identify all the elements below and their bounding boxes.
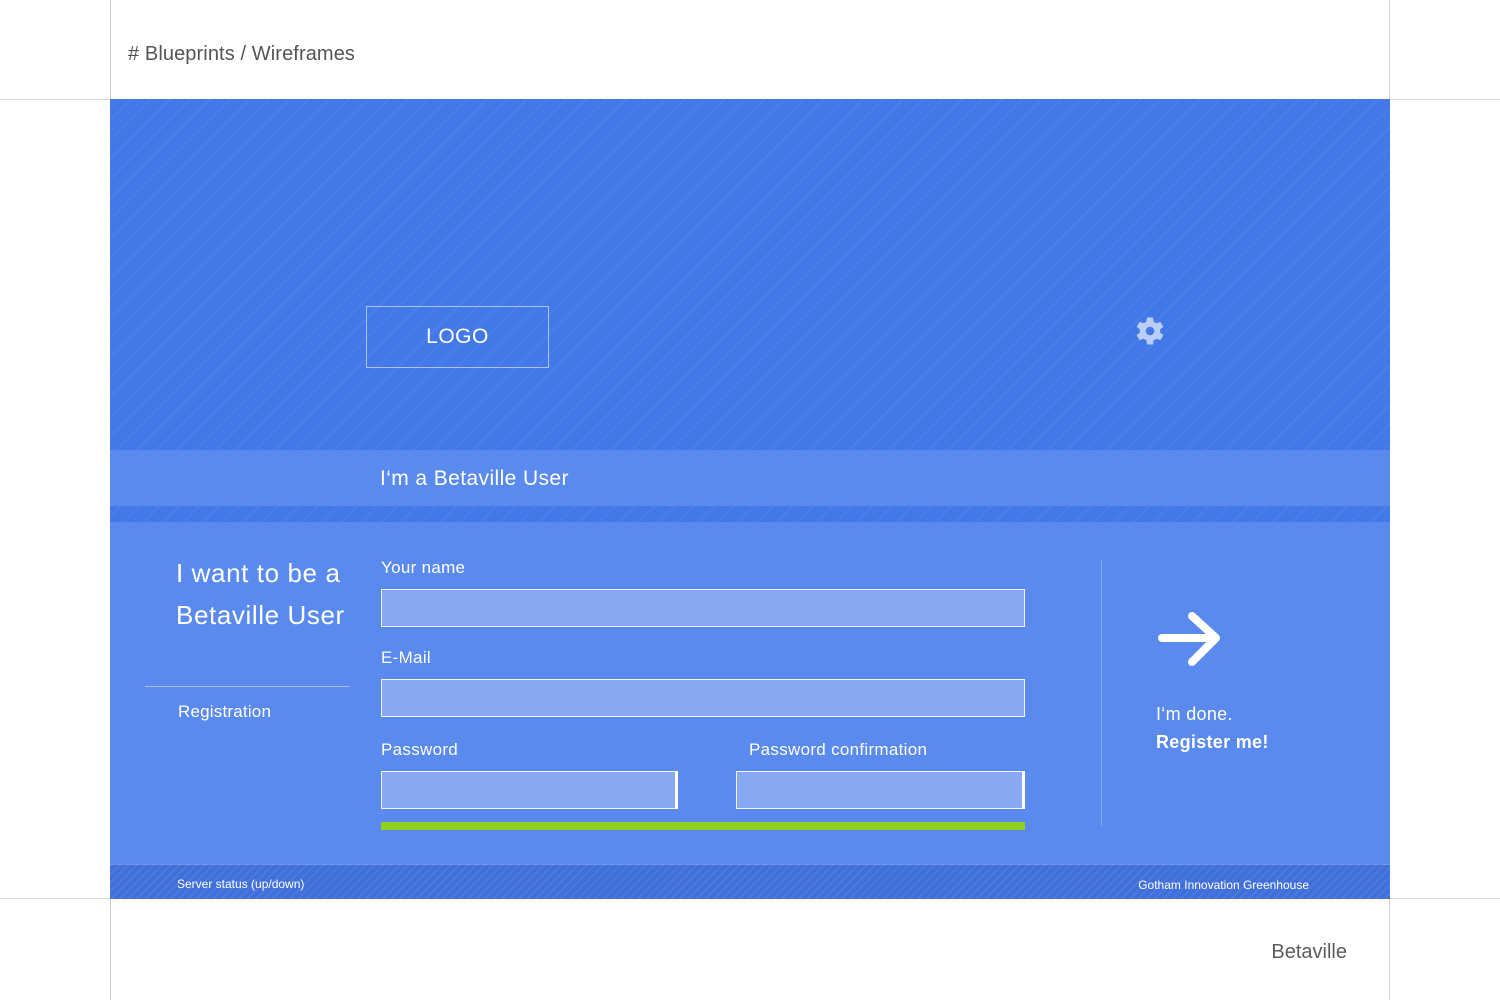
- cta-divider: [1101, 560, 1102, 826]
- email-field-label: E-Mail: [381, 648, 431, 667]
- intro-title: I want to be a Betaville User: [176, 558, 345, 630]
- user-type-bar: I‘m a Betaville User: [110, 450, 1390, 506]
- password-confirm-field[interactable]: [736, 771, 1025, 809]
- gear-icon[interactable]: [1131, 312, 1169, 350]
- intro-subtitle: Registration: [178, 702, 272, 721]
- status-footer: Server status (up/down) Gotham Innovatio…: [110, 864, 1390, 899]
- register-button[interactable]: Register me!: [1156, 732, 1269, 753]
- logo-placeholder[interactable]: LOGO: [366, 306, 549, 368]
- breadcrumb: # Blueprints / Wireframes: [128, 43, 356, 65]
- server-status: Server status (up/down): [177, 877, 305, 891]
- app-frame: LOGO I‘m a Betaville User I want to be a…: [110, 99, 1390, 899]
- brand-name: Betaville: [1271, 941, 1347, 963]
- done-label: I‘m done.: [1156, 704, 1233, 724]
- password-strength-bar: [381, 822, 1025, 830]
- password-field-label: Password: [381, 740, 459, 759]
- password-confirm-field-label: Password confirmation: [749, 740, 928, 759]
- registration-panel: I want to be a Betaville User Registrati…: [110, 522, 1390, 864]
- footer-credit: Gotham Innovation Greenhouse: [1138, 878, 1309, 892]
- user-type-label: I‘m a Betaville User: [380, 467, 569, 490]
- arrow-right-icon[interactable]: [1158, 608, 1228, 672]
- password-field[interactable]: [381, 771, 678, 809]
- hero-header: LOGO: [110, 99, 1390, 450]
- name-field-label: Your name: [381, 558, 466, 577]
- name-field[interactable]: [381, 589, 1025, 627]
- intro-divider: [145, 686, 350, 687]
- email-field[interactable]: [381, 679, 1025, 717]
